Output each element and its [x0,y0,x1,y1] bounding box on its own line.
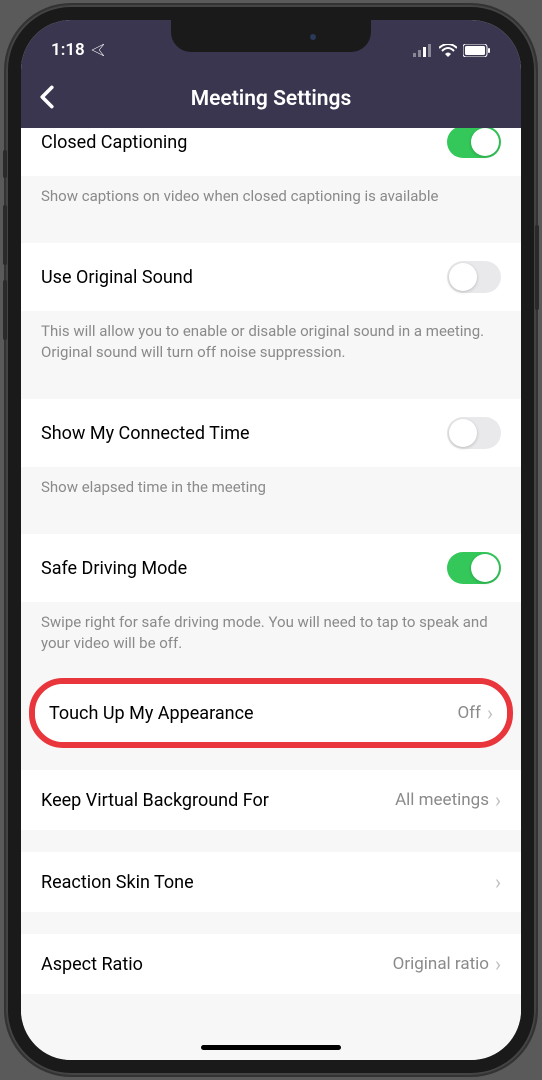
virtual-bg-label: Keep Virtual Background For [41,790,269,811]
touch-up-value-wrap: Off › [457,701,493,725]
original-sound-row[interactable]: Use Original Sound [21,243,521,311]
wifi-icon [439,44,457,57]
content-scroll[interactable]: Closed Captioning Show captions on video… [21,128,521,1060]
original-sound-toggle[interactable] [447,261,501,293]
virtual-bg-value: All meetings [395,790,489,810]
skin-tone-row[interactable]: Reaction Skin Tone › [21,852,521,912]
nav-header: Meeting Settings [21,70,521,128]
touch-up-row[interactable]: Touch Up My Appearance Off › [35,684,507,742]
original-sound-label: Use Original Sound [41,267,193,288]
home-indicator[interactable] [201,1045,341,1050]
status-time: 1:18 [51,40,85,60]
notch [171,20,371,52]
chevron-right-icon: › [495,952,501,976]
virtual-bg-row[interactable]: Keep Virtual Background For All meetings… [21,770,521,830]
connected-time-desc: Show elapsed time in the meeting [21,467,521,512]
connected-time-row[interactable]: Show My Connected Time [21,399,521,467]
battery-icon [463,44,491,57]
silence-switch [3,150,7,178]
touch-up-label: Touch Up My Appearance [49,703,254,724]
back-button[interactable] [39,83,55,116]
spacer [21,830,521,852]
spacer [21,512,521,534]
original-sound-desc: This will allow you to enable or disable… [21,311,521,377]
cellular-icon [413,44,433,57]
phone-frame: 1:18 [6,5,536,1075]
status-left: 1:18 [51,40,105,60]
aspect-ratio-value-wrap: Original ratio › [393,952,501,976]
virtual-bg-value-wrap: All meetings › [395,788,501,812]
aspect-ratio-label: Aspect Ratio [41,954,143,975]
spacer [21,912,521,934]
chevron-left-icon [39,85,55,109]
location-icon [91,43,105,57]
safe-driving-row[interactable]: Safe Driving Mode [21,534,521,602]
chevron-right-icon: › [495,788,501,812]
chevron-right-icon: › [487,701,493,725]
spacer [21,377,521,399]
page-title: Meeting Settings [191,87,352,111]
touch-up-value: Off [457,703,481,723]
volume-up-button [3,205,7,265]
aspect-ratio-value: Original ratio [393,954,489,974]
connected-time-toggle[interactable] [447,417,501,449]
closed-captioning-desc: Show captions on video when closed capti… [21,176,521,221]
spacer [21,748,521,770]
connected-time-label: Show My Connected Time [41,423,250,444]
phone-screen: 1:18 [21,20,521,1060]
safe-driving-label: Safe Driving Mode [41,558,187,579]
spacer [21,221,521,243]
safe-driving-toggle[interactable] [447,552,501,584]
safe-driving-desc: Swipe right for safe driving mode. You w… [21,602,521,668]
highlight-annotation: Touch Up My Appearance Off › [29,678,513,748]
closed-captioning-label: Closed Captioning [41,132,187,153]
spacer [21,668,521,678]
volume-down-button [3,280,7,340]
aspect-ratio-row[interactable]: Aspect Ratio Original ratio › [21,934,521,994]
closed-captioning-toggle[interactable] [447,128,501,158]
power-button [535,225,539,310]
status-right [413,44,491,57]
closed-captioning-row[interactable]: Closed Captioning [21,128,521,176]
skin-tone-label: Reaction Skin Tone [41,872,194,893]
skin-tone-value-wrap: › [489,870,501,894]
chevron-right-icon: › [495,870,501,894]
